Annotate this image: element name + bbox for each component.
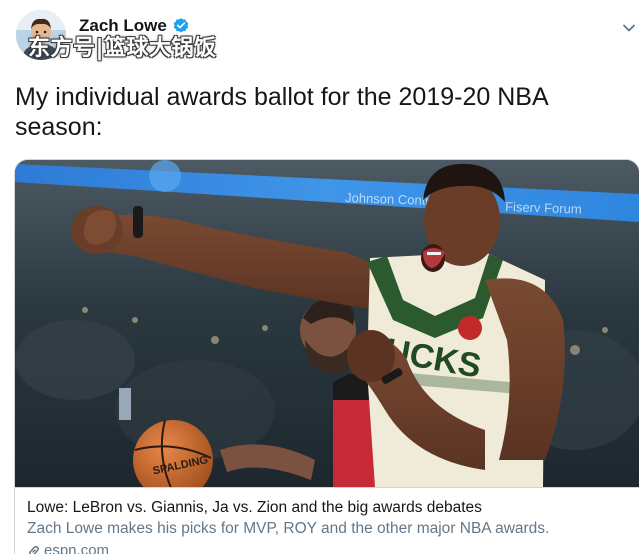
card-domain-text: espn.com <box>44 542 110 554</box>
link-card[interactable]: Johnson Controls Fiserv Forum SPALDING U… <box>14 159 639 554</box>
card-description: Zach Lowe makes his picks for MVP, ROY a… <box>27 520 550 537</box>
watermark-text: 东方号|篮球大锅饭 <box>28 36 217 61</box>
card-domain[interactable]: espn.com <box>27 541 627 554</box>
link-icon <box>27 544 41 554</box>
chevron-down-icon[interactable] <box>622 20 636 34</box>
card-title[interactable]: Lowe: LeBron vs. Giannis, Ja vs. Zion an… <box>27 498 627 518</box>
card-meta: Lowe: LeBron vs. Giannis, Ja vs. Zion an… <box>15 487 639 554</box>
svg-text:Fiserv Forum: Fiserv Forum <box>505 199 582 217</box>
tweet-text: My individual awards ballot for the 2019… <box>15 83 548 141</box>
basketball-photo-icon: Johnson Controls Fiserv Forum SPALDING U… <box>15 160 639 487</box>
card-image[interactable]: Johnson Controls Fiserv Forum SPALDING U… <box>15 160 639 487</box>
tweet-header: Zach Lowe 东方号|篮球大锅饭 <box>0 0 639 75</box>
